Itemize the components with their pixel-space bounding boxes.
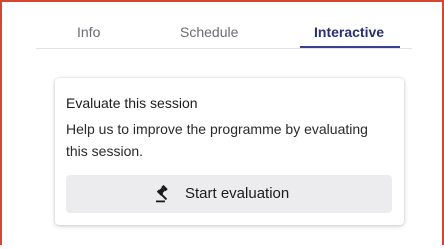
- start-evaluation-button[interactable]: Start evaluation: [66, 175, 392, 213]
- screen-frame: Info Schedule Interactive Evaluate this …: [0, 0, 444, 245]
- card-title: Evaluate this session: [66, 95, 198, 111]
- tab-info[interactable]: Info: [77, 24, 100, 40]
- card-description: Help us to improve the programme by eval…: [66, 121, 368, 159]
- tab-bar: Info Schedule Interactive: [36, 20, 412, 49]
- gavel-icon: [155, 185, 173, 203]
- start-evaluation-label: Start evaluation: [185, 185, 290, 202]
- tab-interactive[interactable]: Interactive: [314, 24, 384, 40]
- active-tab-indicator: [300, 46, 400, 48]
- tab-schedule[interactable]: Schedule: [180, 24, 238, 40]
- evaluation-card: Evaluate this session Help us to improve…: [55, 78, 404, 225]
